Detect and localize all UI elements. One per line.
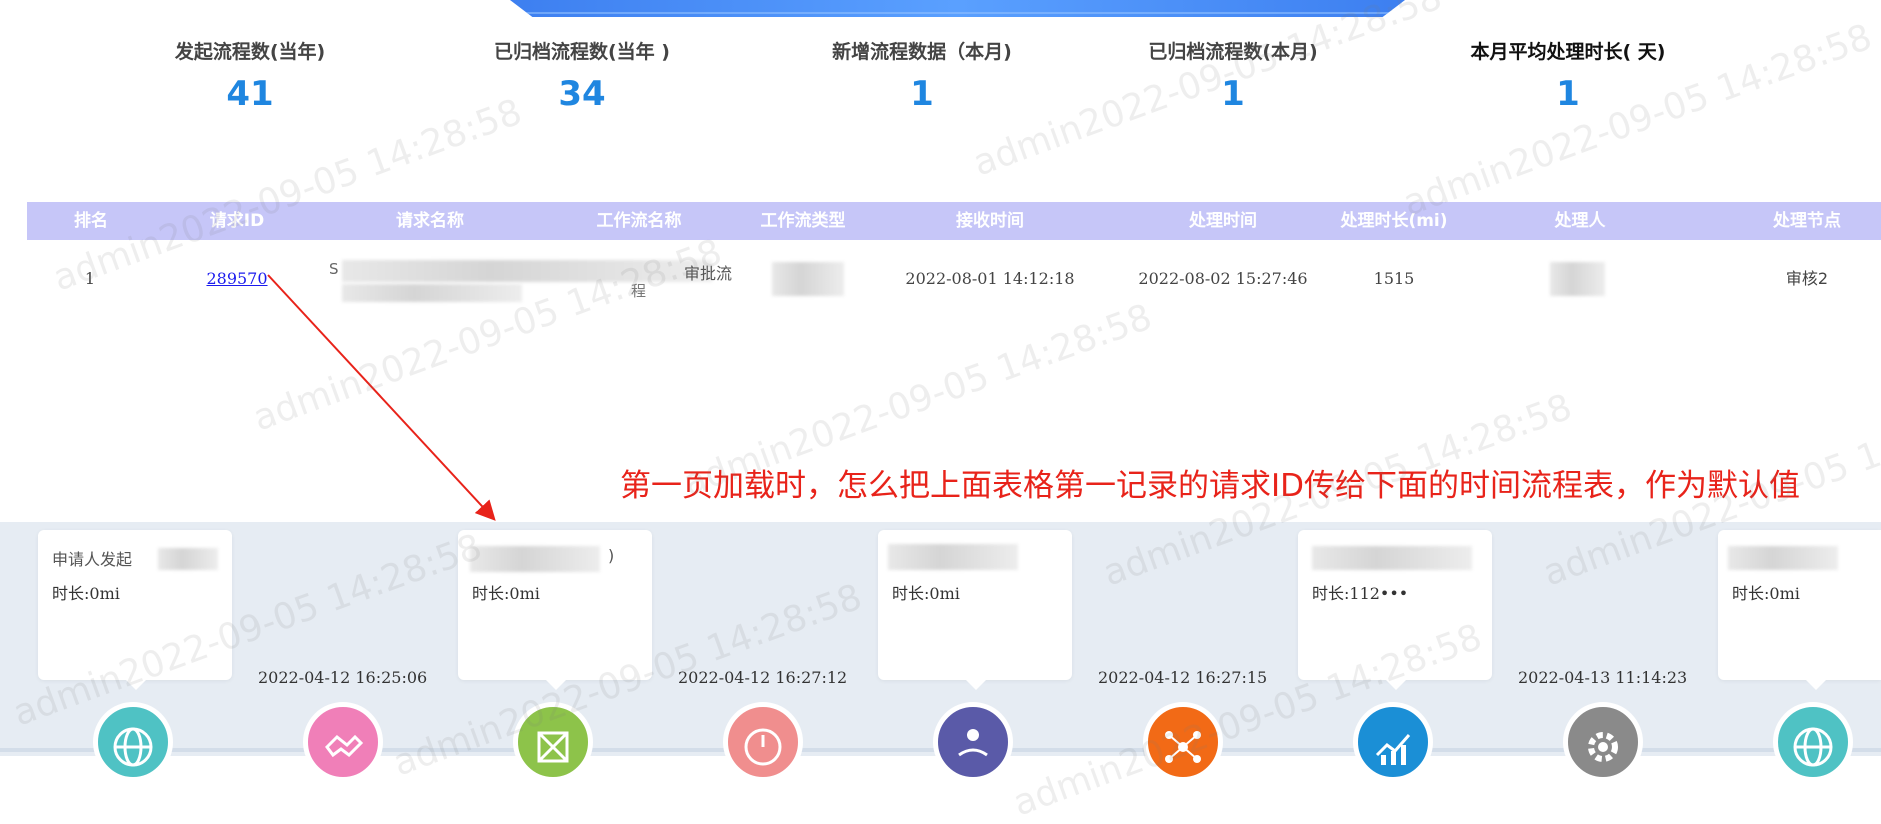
globe-icon[interactable] (93, 702, 173, 782)
col-header-workflow-type[interactable]: 工作流类型 (761, 202, 846, 240)
cell-node: 审核2 (1785, 269, 1829, 288)
stat-label: 已归档流程数(当年 ) (494, 41, 670, 63)
card-duration: 时长:0mi (52, 584, 120, 603)
stat-value: 41 (226, 74, 274, 114)
col-header-receive-time[interactable]: 接收时间 (956, 202, 1024, 240)
timeline-time: 2022-04-13 11:14:23 (1518, 668, 1688, 687)
top-banner (510, 0, 1405, 17)
globe-icon[interactable] (1773, 702, 1853, 782)
table-row[interactable]: 1 289570 S 审批流 程 2022-08-01 14:12:18 202… (27, 248, 1881, 310)
stat-label: 本月平均处理时长( 天) (1470, 41, 1666, 63)
gear-icon[interactable] (1563, 702, 1643, 782)
timeline-card[interactable]: 时长:0mi (1718, 530, 1881, 690)
gauge-icon[interactable] (723, 702, 803, 782)
col-header-request-name[interactable]: 请求名称 (396, 202, 464, 240)
stat-value: 1 (910, 74, 934, 114)
growth-chart-icon[interactable] (1353, 702, 1433, 782)
redacted-request-name-2 (342, 284, 522, 302)
stat-label: 发起流程数(当年) (174, 41, 326, 63)
redacted-handler (1550, 262, 1605, 296)
cell-process-time: 2022-08-02 15:27:46 (1138, 269, 1308, 288)
cell-receive-time: 2022-08-01 14:12:18 (905, 269, 1075, 288)
col-header-rank[interactable]: 排名 (74, 202, 108, 240)
card-duration: 时长:0mi (472, 584, 540, 603)
cell-duration: 1515 (1373, 269, 1415, 288)
redacted-card-title (888, 544, 1018, 570)
stat-label: 新增流程数据（本月) (832, 41, 1012, 63)
redacted-card-title (1728, 546, 1838, 570)
col-header-handler[interactable]: 处理人 (1555, 202, 1606, 240)
cell-request-id[interactable]: 289570 (206, 248, 267, 310)
card-duration: 时长:0mi (1732, 584, 1800, 603)
card-title: 申请人发起 (52, 550, 133, 569)
redacted-card-title (1312, 546, 1472, 570)
redacted-card-title (158, 548, 218, 570)
col-header-process-time[interactable]: 处理时间 (1189, 202, 1257, 240)
card-title-suffix: ) (608, 546, 615, 565)
timeline-time: 2022-04-12 16:27:15 (1098, 668, 1268, 687)
col-header-workflow-name[interactable]: 工作流名称 (597, 202, 682, 240)
annotation-text: 第一页加载时，怎么把上面表格第一记录的请求ID传给下面的时间流程表，作为默认值 (620, 468, 1801, 504)
handshake-icon[interactable] (303, 702, 383, 782)
card-duration: 时长:0mi (892, 584, 960, 603)
timeline-time: 2022-04-12 16:25:06 (258, 668, 428, 687)
reader-icon[interactable] (933, 702, 1013, 782)
redacted-card-title (470, 546, 600, 572)
cell-request-name-prefix: S (329, 260, 339, 278)
stat-new-month: 新增流程数据（本月) 1 (772, 38, 1072, 114)
timeline-card[interactable]: 时长:0mi (878, 530, 1072, 690)
redacted-workflow-type (772, 262, 844, 296)
stat-started-year: 发起流程数(当年) 41 (100, 38, 400, 114)
stat-archived-year: 已归档流程数(当年 ) 34 (432, 38, 732, 114)
col-header-node[interactable]: 处理节点 (1773, 202, 1841, 240)
request-id-link[interactable]: 289570 (206, 269, 267, 288)
card-duration: 时长:112••• (1312, 584, 1409, 603)
timeline-card[interactable]: ) 时长:0mi (458, 530, 652, 690)
